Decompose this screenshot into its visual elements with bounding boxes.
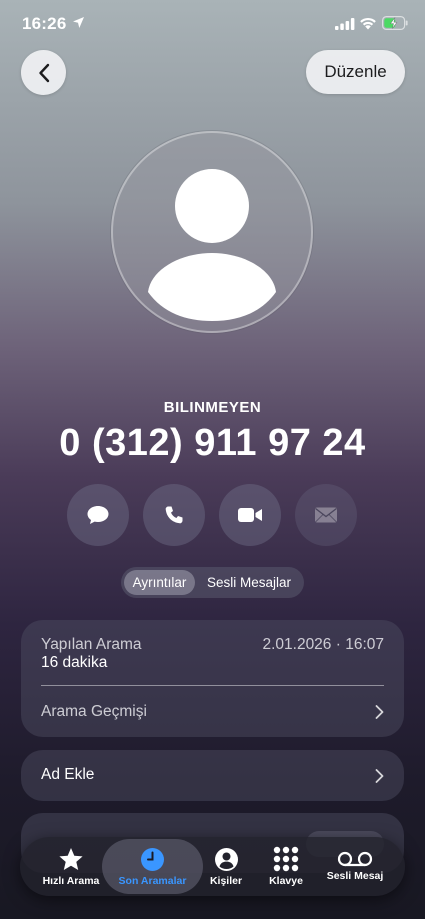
edit-button[interactable]: Düzenle bbox=[306, 50, 405, 94]
tab-label: Klavye bbox=[269, 875, 303, 887]
call-history-row[interactable]: Arama Geçmişi bbox=[21, 686, 404, 737]
tab-keypad[interactable]: Klavye bbox=[260, 837, 312, 896]
contact-label: BILINMEYEN bbox=[163, 399, 262, 416]
back-button[interactable] bbox=[21, 50, 66, 95]
person-icon bbox=[214, 847, 238, 871]
tab-label: Kişiler bbox=[209, 874, 243, 887]
add-name-label: Ad Ekle bbox=[41, 766, 95, 783]
location-arrow-icon bbox=[73, 17, 84, 28]
tab-favorites[interactable]: Hızlı Arama bbox=[30, 837, 112, 896]
chevron-left-icon bbox=[38, 63, 49, 82]
clock-icon bbox=[141, 847, 164, 871]
tab-label: Son Aramalar bbox=[118, 874, 187, 887]
person-silhouette-icon bbox=[148, 169, 276, 321]
mail-button[interactable] bbox=[295, 484, 357, 546]
call-history-label: Arama Geçmişi bbox=[41, 702, 147, 720]
chevron-right-icon bbox=[375, 768, 384, 783]
message-button[interactable] bbox=[67, 484, 129, 546]
tab-recents[interactable]: Son Aramalar bbox=[102, 837, 203, 896]
star-icon bbox=[59, 847, 83, 870]
tab-bar: Hızlı Arama Son Aramalar Kişiler Klavye … bbox=[20, 837, 405, 896]
status-time: 16:26 bbox=[22, 14, 67, 33]
keypad-icon bbox=[273, 846, 299, 872]
call-button[interactable] bbox=[143, 484, 205, 546]
wifi-icon bbox=[360, 17, 376, 30]
voicemail-icon bbox=[337, 851, 373, 867]
phone-icon bbox=[165, 506, 183, 524]
segmented-control: Ayrıntılar Sesli Mesajlar bbox=[121, 567, 304, 598]
video-camera-icon bbox=[238, 508, 262, 522]
add-name-row[interactable]: Ad Ekle bbox=[21, 750, 404, 801]
tab-voicemail[interactable]: Sesli Mesaj bbox=[320, 837, 390, 896]
phone-number: 0 (312) 911 97 24 bbox=[59, 422, 366, 464]
message-bubble-icon bbox=[87, 506, 109, 524]
video-call-button[interactable] bbox=[219, 484, 281, 546]
call-type: Yapılan Arama bbox=[41, 636, 142, 653]
segment-details[interactable]: Ayrıntılar bbox=[124, 570, 195, 595]
segment-voicemails[interactable]: Sesli Mesajlar bbox=[197, 570, 301, 595]
avatar bbox=[111, 131, 313, 333]
call-details-card: Yapılan Arama 16 dakika 2.01.2026 · 16:0… bbox=[21, 620, 404, 737]
tab-label: Hızlı Arama bbox=[42, 874, 100, 887]
tab-contacts[interactable]: Kişiler bbox=[200, 837, 252, 896]
cellular-signal-icon bbox=[335, 18, 355, 30]
call-date: 2.01.2026 · 16:07 bbox=[262, 636, 384, 653]
battery-charging-icon bbox=[382, 16, 408, 30]
call-duration: 16 dakika bbox=[41, 654, 108, 671]
tab-label: Sesli Mesaj bbox=[326, 870, 384, 882]
envelope-icon bbox=[315, 507, 337, 523]
chevron-right-icon bbox=[375, 704, 384, 719]
